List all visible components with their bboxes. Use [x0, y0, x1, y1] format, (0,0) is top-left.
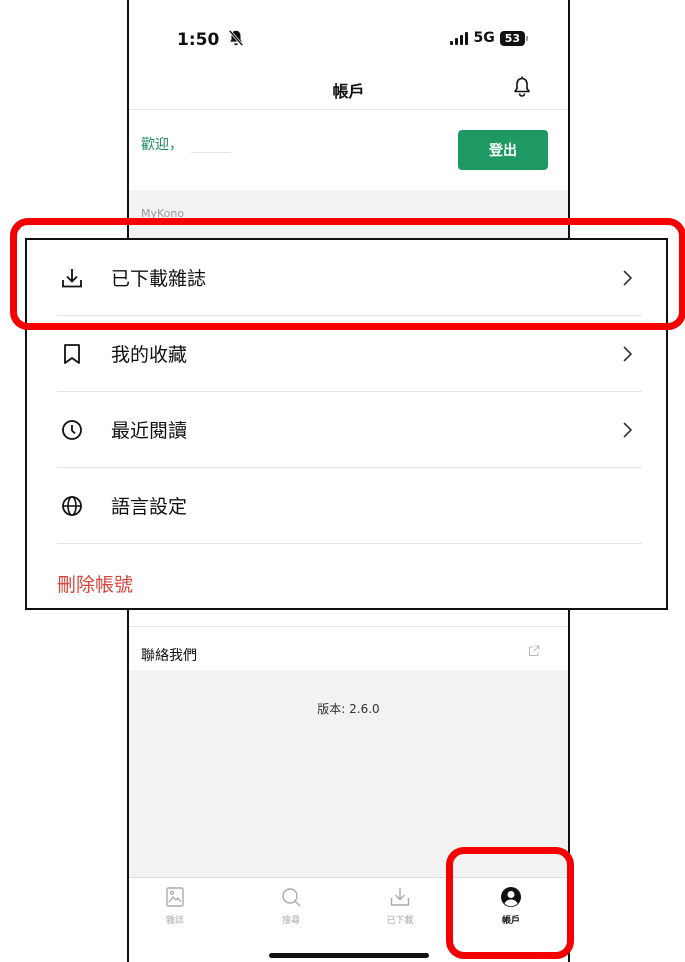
page-title: 帳戶 — [332, 82, 365, 101]
status-indicators: 5G 53 — [450, 30, 528, 46]
welcome-text: 歡迎， — [141, 137, 183, 153]
menu-item-language-settings[interactable]: 語言設定 — [57, 468, 642, 544]
chevron-right-icon — [623, 422, 633, 438]
bell-icon[interactable] — [512, 76, 532, 98]
logout-button[interactable]: 登出 — [458, 130, 548, 170]
contact-us-row[interactable]: 聯絡我們 — [129, 626, 568, 670]
tab-downloaded[interactable]: 已下載 — [370, 886, 430, 926]
version-text: 版本: 2.6.0 — [317, 702, 380, 716]
silent-mode-icon — [228, 29, 244, 47]
tab-label: 搜尋 — [281, 916, 300, 926]
home-indicator — [269, 953, 429, 958]
menu-item-label: 我的收藏 — [111, 344, 188, 366]
menu-item-recently-read[interactable]: 最近閱讀 — [57, 392, 642, 468]
globe-icon — [62, 496, 82, 516]
delete-account-link[interactable]: 刪除帳號 — [57, 570, 133, 597]
external-link-icon — [529, 645, 540, 656]
chevron-right-icon — [623, 346, 633, 362]
version-area: 版本: 2.6.0 — [129, 670, 568, 877]
contact-us-label: 聯絡我們 — [141, 648, 197, 664]
signal-icon — [450, 31, 469, 45]
network-type: 5G — [473, 30, 495, 46]
battery-tip — [526, 35, 528, 41]
tab-label: 已下載 — [386, 916, 414, 926]
bookmark-icon — [64, 344, 80, 364]
tab-magazine[interactable]: 雜誌 — [145, 886, 205, 926]
magazine-icon — [166, 887, 184, 907]
search-icon — [282, 888, 301, 907]
clock-icon — [62, 420, 82, 440]
nav-bar: 帳戶 — [129, 72, 568, 110]
username-placeholder — [191, 152, 231, 153]
status-bar: 1:50 5G 53 — [129, 0, 568, 72]
menu-item-label: 最近閱讀 — [111, 420, 188, 442]
highlight-account-tab — [446, 847, 574, 959]
welcome-row: 歡迎， 登出 — [129, 110, 568, 190]
highlight-downloaded-magazines — [10, 218, 685, 330]
tab-search[interactable]: 搜尋 — [261, 886, 321, 926]
battery-icon: 53 — [499, 30, 525, 46]
download-icon — [390, 888, 410, 906]
menu-item-label: 語言設定 — [111, 496, 188, 518]
tab-label: 雜誌 — [165, 916, 184, 926]
status-time: 1:50 — [177, 30, 220, 50]
